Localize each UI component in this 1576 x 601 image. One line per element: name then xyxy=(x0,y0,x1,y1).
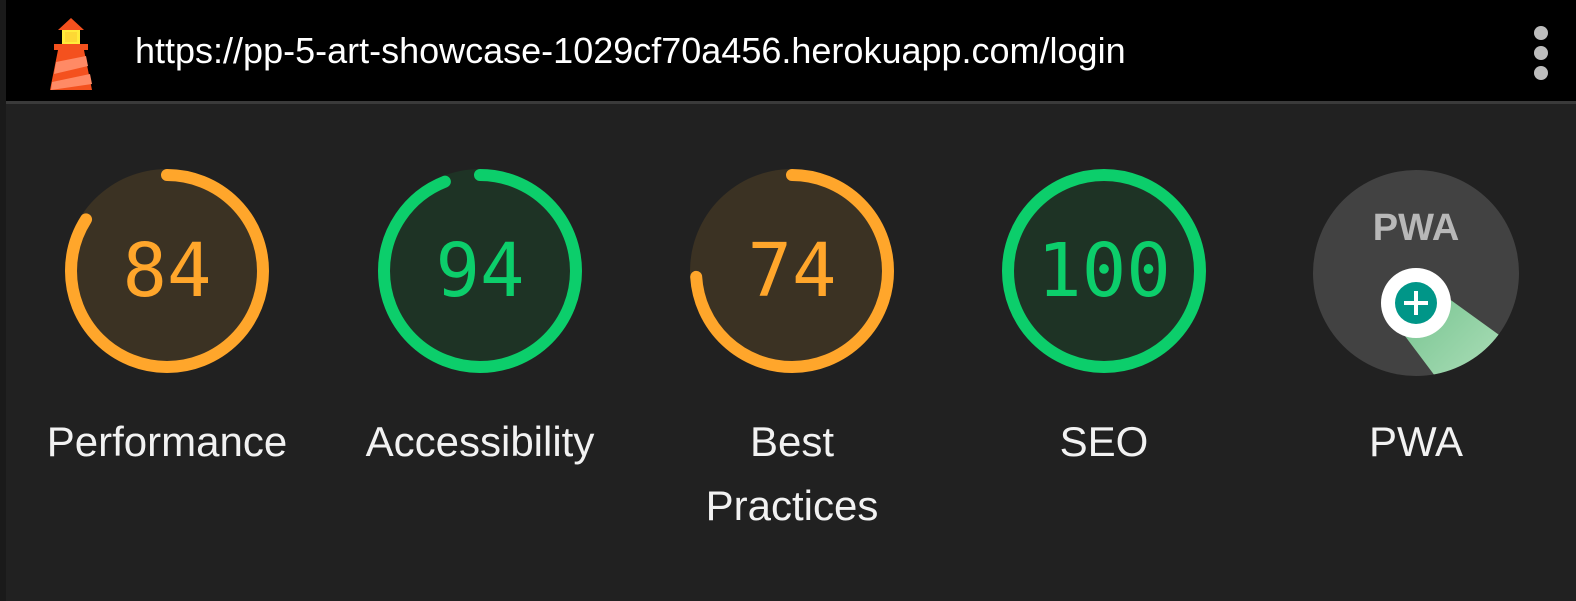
page-url: https://pp-5-art-showcase-1029cf70a456.h… xyxy=(135,30,1126,71)
category-label-accessibility: Accessibility xyxy=(365,418,595,465)
category-label-performance: Performance xyxy=(46,418,288,465)
gauge-best-practices[interactable]: 74 xyxy=(686,165,898,377)
pwa-badge-text: PWA xyxy=(1373,207,1460,249)
gauge-seo[interactable]: 100 xyxy=(998,165,1210,377)
left-edge xyxy=(0,0,6,601)
more-vertical-icon[interactable] xyxy=(1530,22,1554,82)
report-header: https://pp-5-art-showcase-1029cf70a456.h… xyxy=(0,0,1576,104)
category-label-seo: SEO xyxy=(1059,418,1149,465)
gauge-performance[interactable]: 84 xyxy=(61,165,273,377)
lighthouse-icon xyxy=(50,18,92,90)
pwa-badge-icon[interactable]: PWA xyxy=(1313,170,1519,376)
score-value: 74 xyxy=(747,228,837,314)
score-value: 94 xyxy=(435,228,525,314)
score-value: 100 xyxy=(1037,228,1171,314)
category-label-best-practices: Best Practices xyxy=(705,418,879,529)
pwa-label: PWA xyxy=(1368,418,1464,465)
gauge-accessibility[interactable]: 94 xyxy=(374,165,586,377)
score-value: 84 xyxy=(122,228,212,314)
